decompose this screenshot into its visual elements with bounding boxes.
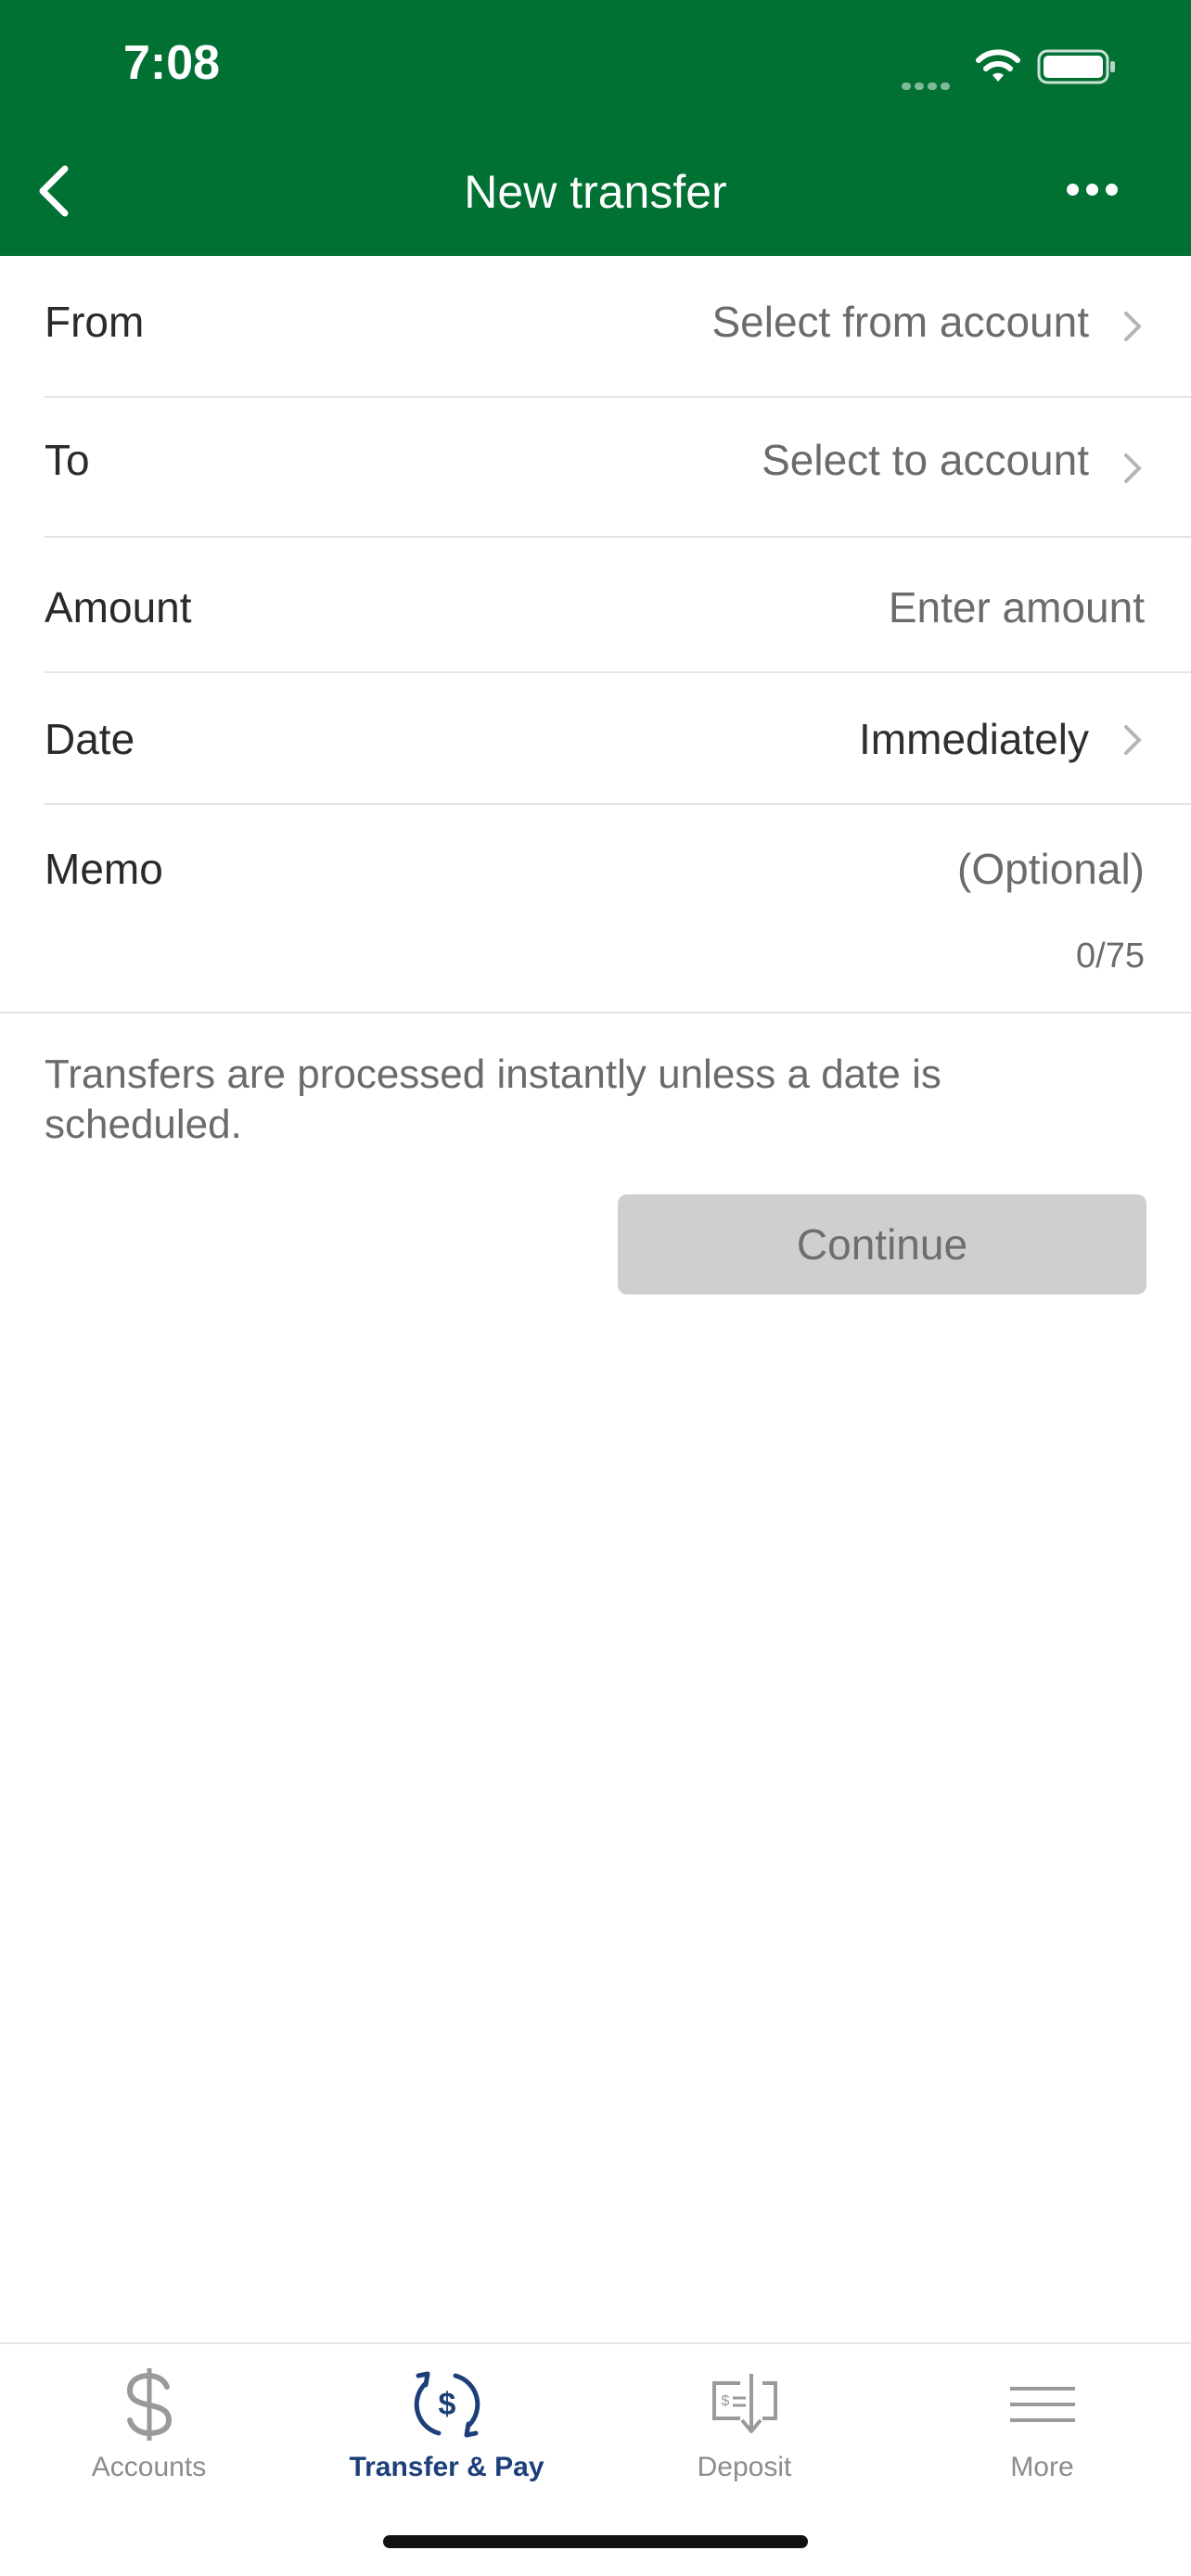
- to-label: To: [45, 436, 90, 484]
- tab-label: Transfer & Pay: [349, 2452, 544, 2482]
- from-account-value: Select from account: [711, 298, 1089, 346]
- date-label: Date: [45, 715, 135, 763]
- cellular-signal-icon: [902, 78, 955, 90]
- to-account-row[interactable]: To Select to account: [0, 398, 1191, 537]
- memo-row[interactable]: Memo (Optional): [0, 805, 1191, 1013]
- from-label: From: [45, 298, 145, 346]
- transfer-info-text: Transfers are processed instantly unless…: [45, 1052, 941, 1147]
- amount-input[interactable]: Enter amount: [889, 582, 1145, 632]
- dollar-icon: [126, 2368, 172, 2441]
- status-time: 7:08: [123, 36, 221, 90]
- page-title: New transfer: [464, 166, 727, 218]
- tab-label: More: [1010, 2452, 1074, 2482]
- date-value: Immediately: [859, 715, 1089, 763]
- date-row[interactable]: Date Immediately: [0, 673, 1191, 804]
- chevron-right-icon: [1124, 453, 1142, 483]
- divider: [0, 1012, 1191, 1014]
- amount-label: Amount: [45, 583, 192, 631]
- to-account-value: Select to account: [762, 436, 1089, 484]
- tab-transfer-pay[interactable]: $ Transfer & Pay: [298, 2363, 596, 2502]
- tab-label: Accounts: [91, 2452, 207, 2482]
- menu-icon: [1009, 2387, 1075, 2422]
- more-options-icon[interactable]: [1067, 184, 1126, 200]
- chevron-right-icon: [1124, 312, 1142, 341]
- wifi-icon: [976, 49, 1020, 82]
- tab-deposit[interactable]: $ Deposit: [596, 2363, 893, 2502]
- memo-input[interactable]: (Optional): [957, 844, 1145, 894]
- transfer-pay-icon: $: [414, 2371, 480, 2438]
- svg-text:$: $: [721, 2393, 729, 2409]
- continue-button[interactable]: Continue: [618, 1194, 1146, 1294]
- app-header: 7:08 New transfer: [0, 0, 1191, 256]
- tab-more[interactable]: More: [893, 2363, 1191, 2502]
- chevron-right-icon: [1124, 725, 1142, 755]
- svg-text:$: $: [438, 2387, 455, 2422]
- home-indicator: [383, 2535, 808, 2548]
- battery-icon: [1037, 49, 1115, 84]
- tab-label: Deposit: [697, 2452, 792, 2482]
- amount-row[interactable]: Amount Enter amount: [0, 538, 1191, 672]
- memo-character-counter: 0/75: [1076, 937, 1145, 976]
- deposit-check-icon: $: [711, 2374, 777, 2433]
- memo-label: Memo: [45, 845, 163, 893]
- from-account-row[interactable]: From Select from account: [0, 256, 1191, 397]
- tab-accounts[interactable]: Accounts: [0, 2363, 298, 2502]
